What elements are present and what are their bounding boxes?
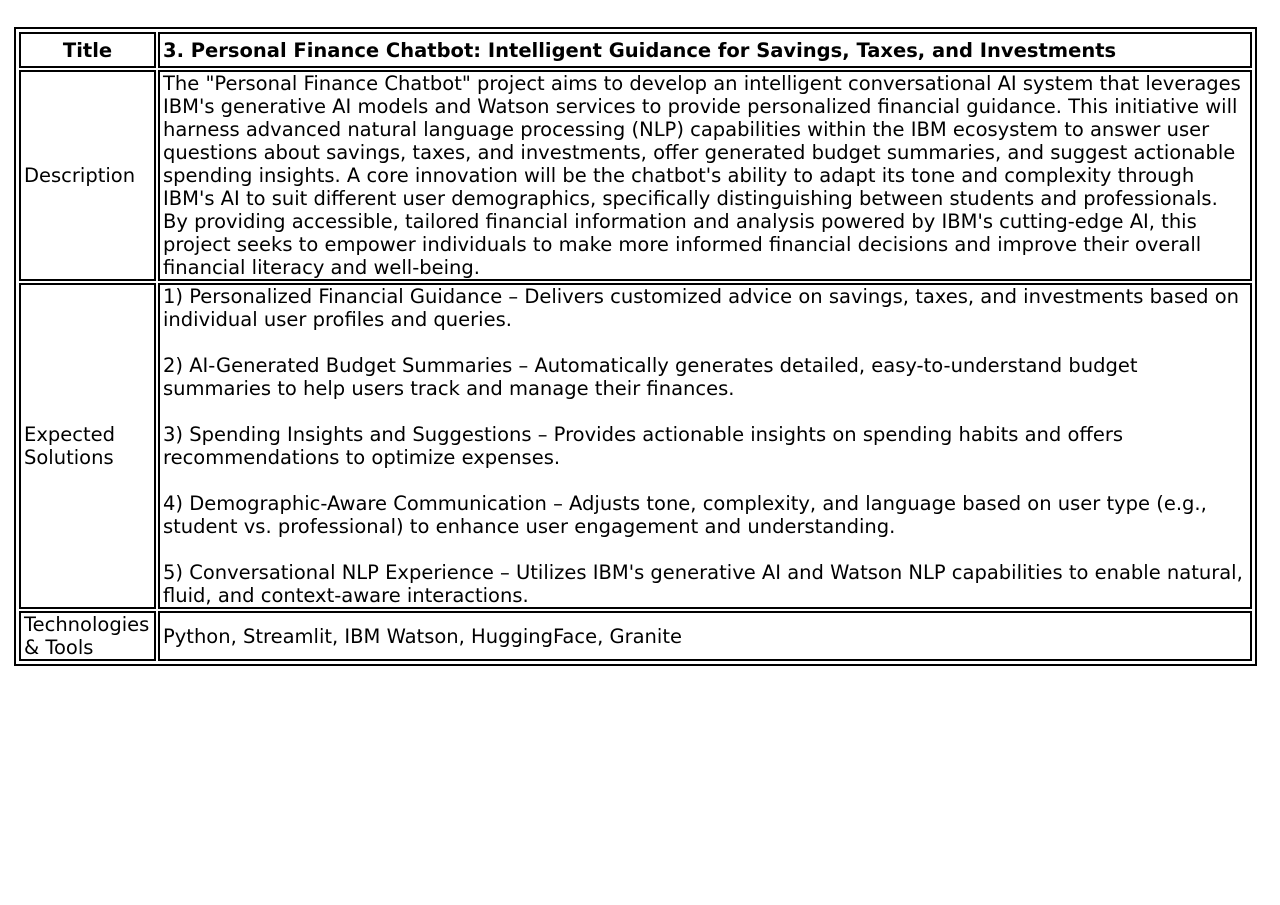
table-row-expected-solutions: Expected Solutions 1) Personalized Finan… bbox=[19, 283, 1252, 609]
solution-spacer bbox=[163, 400, 1247, 423]
project-table: Title 3. Personal Finance Chatbot: Intel… bbox=[17, 30, 1254, 663]
solution-item: 1) Personalized Financial Guidance – Del… bbox=[163, 285, 1240, 331]
table-row-title: Title 3. Personal Finance Chatbot: Intel… bbox=[19, 32, 1252, 68]
solution-item: 3) Spending Insights and Suggestions – P… bbox=[163, 423, 1124, 469]
title-value: 3. Personal Finance Chatbot: Intelligent… bbox=[158, 32, 1252, 68]
table-row-technologies: Technologies & Tools Python, Streamlit, … bbox=[19, 611, 1252, 661]
solution-item: 5) Conversational NLP Experience – Utili… bbox=[163, 561, 1243, 607]
technologies-label: Technologies & Tools bbox=[19, 611, 156, 661]
solution-spacer bbox=[163, 469, 1247, 492]
solution-spacer bbox=[163, 331, 1247, 354]
solution-spacer bbox=[163, 538, 1247, 561]
project-table-frame: Title 3. Personal Finance Chatbot: Intel… bbox=[14, 27, 1257, 666]
title-label: Title bbox=[19, 32, 156, 68]
solution-item: 2) AI-Generated Budget Summaries – Autom… bbox=[163, 354, 1138, 400]
solution-item: 4) Demographic-Aware Communication – Adj… bbox=[163, 492, 1207, 538]
table-row-description: Description The "Personal Finance Chatbo… bbox=[19, 70, 1252, 281]
description-label: Description bbox=[19, 70, 156, 281]
expected-solutions-value: 1) Personalized Financial Guidance – Del… bbox=[158, 283, 1252, 609]
description-value: The "Personal Finance Chatbot" project a… bbox=[158, 70, 1252, 281]
expected-solutions-label: Expected Solutions bbox=[19, 283, 156, 609]
technologies-value: Python, Streamlit, IBM Watson, HuggingFa… bbox=[158, 611, 1252, 661]
